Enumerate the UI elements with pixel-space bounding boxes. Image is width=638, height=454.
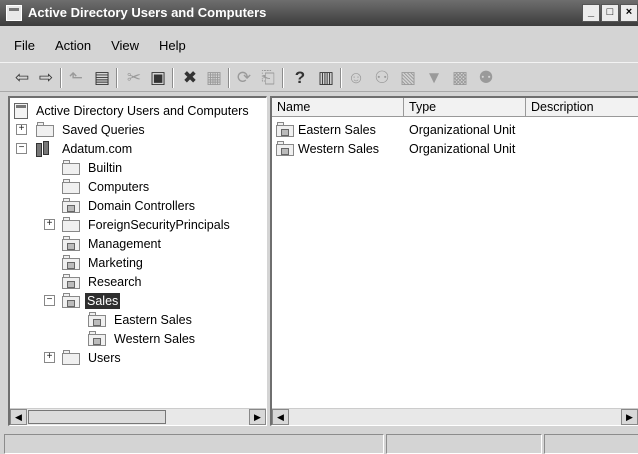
menu-action[interactable]: Action bbox=[41, 36, 97, 56]
expand-icon[interactable]: + bbox=[16, 124, 27, 135]
find-icon[interactable]: ▩ bbox=[450, 68, 470, 88]
cell-type: Organizational Unit bbox=[409, 142, 516, 156]
window-controls: _ □ × bbox=[581, 4, 638, 22]
status-pane-secondary bbox=[386, 434, 542, 454]
help-icon[interactable]: ? bbox=[290, 68, 310, 88]
scroll-thumb[interactable] bbox=[28, 410, 166, 424]
toolbar: ⇦ ⇨ ⬑ ▤ ✂ ▣ ✖ ▦ ⟳ ⎗ ? ▥ ☺ ⚇ ▧ ▼ ▩ ⚉ bbox=[0, 62, 638, 92]
console-tree[interactable]: Active Directory Users and Computers + S… bbox=[8, 96, 267, 426]
toolbar-separator bbox=[228, 68, 230, 88]
details-pane[interactable]: Name Type Description Eastern Sales Orga… bbox=[270, 96, 638, 426]
scroll-right-icon[interactable]: ▶ bbox=[249, 409, 266, 425]
list-header: Name Type Description bbox=[272, 98, 638, 117]
expand-icon[interactable]: + bbox=[44, 219, 55, 230]
folder-icon bbox=[62, 160, 80, 175]
domain-icon bbox=[36, 141, 54, 157]
list-row[interactable]: Western Sales Organizational Unit bbox=[276, 140, 636, 158]
add-group-icon[interactable]: ⚇ bbox=[372, 68, 392, 88]
scroll-right-icon[interactable]: ▶ bbox=[621, 409, 638, 425]
show-console-tree-icon[interactable]: ▤ bbox=[92, 68, 112, 88]
scroll-left-icon[interactable]: ◀ bbox=[10, 409, 27, 425]
ou-icon bbox=[88, 312, 106, 327]
up-folder-icon[interactable]: ⬑ bbox=[66, 68, 86, 88]
cell-name: Western Sales bbox=[298, 142, 380, 156]
copy-icon[interactable]: ▣ bbox=[148, 68, 168, 88]
delete-icon[interactable]: ✖ bbox=[180, 68, 200, 88]
app-icon bbox=[6, 5, 22, 21]
filter-icon[interactable]: ▼ bbox=[424, 68, 444, 88]
ou-icon bbox=[276, 141, 294, 156]
folder-icon bbox=[62, 217, 80, 232]
back-arrow-icon[interactable]: ⇦ bbox=[12, 68, 32, 88]
ou-icon bbox=[62, 255, 80, 270]
column-header-name[interactable]: Name bbox=[272, 98, 404, 117]
ou-icon bbox=[276, 122, 294, 137]
status-bar bbox=[0, 432, 638, 454]
ou-icon bbox=[62, 293, 80, 308]
forward-arrow-icon[interactable]: ⇨ bbox=[36, 68, 56, 88]
tree-horizontal-scrollbar[interactable]: ◀ ▶ bbox=[10, 408, 266, 425]
collapse-icon[interactable]: − bbox=[44, 295, 55, 306]
folder-icon bbox=[62, 179, 80, 194]
status-pane-main bbox=[4, 434, 384, 454]
column-header-type[interactable]: Type bbox=[404, 98, 526, 117]
menu-help[interactable]: Help bbox=[145, 36, 192, 56]
cell-name: Eastern Sales bbox=[298, 123, 376, 137]
toolbar-separator bbox=[116, 68, 118, 88]
column-header-description[interactable]: Description bbox=[526, 98, 638, 117]
close-button[interactable]: × bbox=[620, 4, 638, 22]
ou-icon bbox=[62, 236, 80, 251]
menu-file[interactable]: File bbox=[0, 36, 41, 56]
toolbar-separator bbox=[282, 68, 284, 88]
ou-icon bbox=[62, 198, 80, 213]
list-horizontal-scrollbar[interactable]: ◀ ▶ bbox=[272, 408, 638, 425]
folder-icon bbox=[36, 122, 54, 137]
toolbar-separator bbox=[172, 68, 174, 88]
add-ou-icon[interactable]: ▧ bbox=[398, 68, 418, 88]
list-row[interactable]: Eastern Sales Organizational Unit bbox=[276, 121, 636, 139]
cut-icon[interactable]: ✂ bbox=[124, 68, 144, 88]
collapse-icon[interactable]: − bbox=[16, 143, 27, 154]
menu-bar: File Action View Help bbox=[0, 36, 192, 56]
expand-icon[interactable]: + bbox=[44, 352, 55, 363]
status-pane-tertiary bbox=[544, 434, 638, 454]
add-user-icon[interactable]: ☺ bbox=[346, 68, 366, 88]
title-bar[interactable]: Active Directory Users and Computers _ □… bbox=[0, 0, 638, 26]
minimize-button[interactable]: _ bbox=[582, 4, 600, 22]
show-action-pane-icon[interactable]: ▥ bbox=[316, 68, 336, 88]
aduc-window: Active Directory Users and Computers _ □… bbox=[0, 0, 638, 454]
export-list-icon[interactable]: ⎗ bbox=[258, 68, 278, 88]
add-to-group-icon[interactable]: ⚉ bbox=[476, 68, 496, 88]
cell-type: Organizational Unit bbox=[409, 123, 516, 137]
toolbar-separator bbox=[60, 68, 62, 88]
maximize-button[interactable]: □ bbox=[601, 4, 619, 22]
window-title: Active Directory Users and Computers bbox=[28, 5, 267, 20]
refresh-icon[interactable]: ⟳ bbox=[234, 68, 254, 88]
ou-icon bbox=[88, 331, 106, 346]
properties-icon[interactable]: ▦ bbox=[204, 68, 224, 88]
folder-icon bbox=[62, 350, 80, 365]
scroll-left-icon[interactable]: ◀ bbox=[272, 409, 289, 425]
snapin-icon bbox=[14, 103, 28, 119]
toolbar-separator bbox=[340, 68, 342, 88]
ou-icon bbox=[62, 274, 80, 289]
menu-view[interactable]: View bbox=[97, 36, 145, 56]
